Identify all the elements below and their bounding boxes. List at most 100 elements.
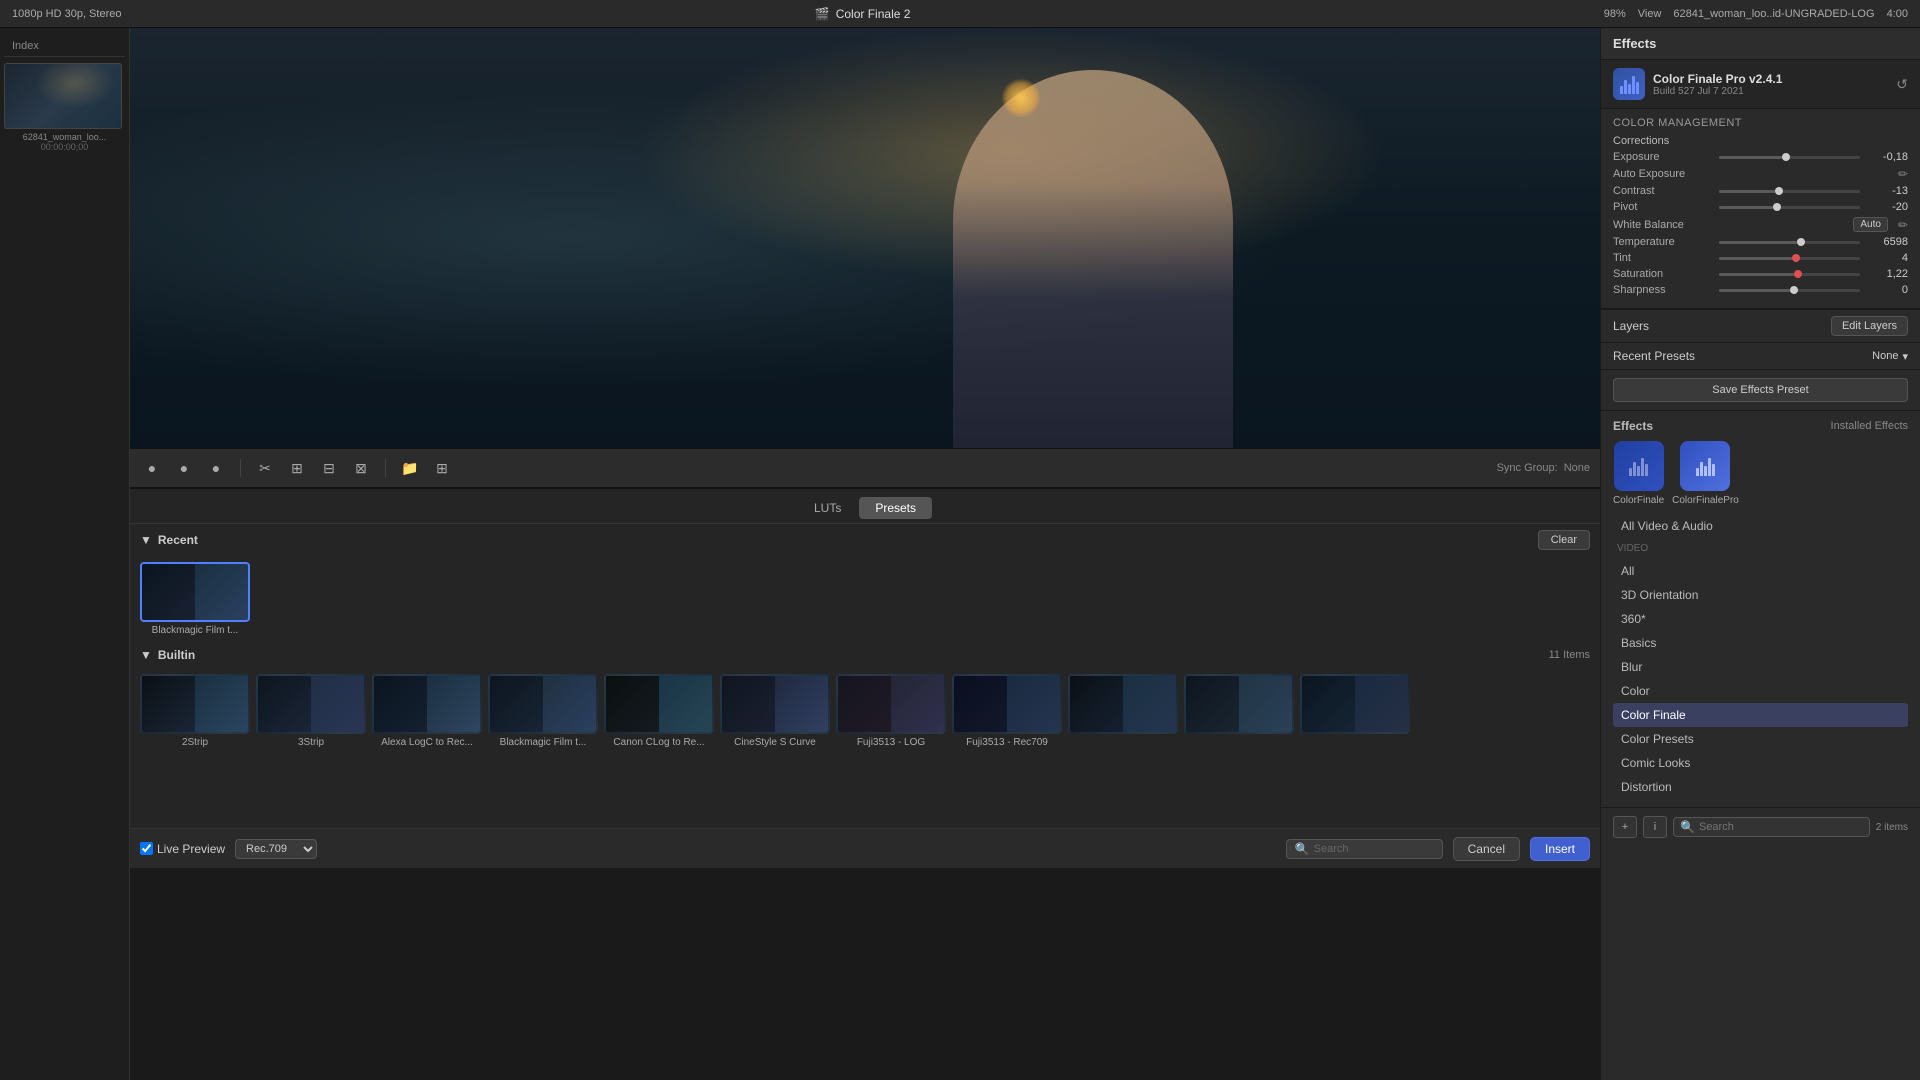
param-contrast-thumb[interactable] <box>1775 187 1783 195</box>
preset-thumbnail-alexa <box>372 674 482 734</box>
param-saturation-track[interactable] <box>1719 273 1860 276</box>
param-saturation-value: 1,22 <box>1866 268 1908 280</box>
param-contrast-track[interactable] <box>1719 190 1860 193</box>
preset-thumbnail-extra3 <box>1300 674 1410 734</box>
effects-item-all-video[interactable]: All Video & Audio <box>1613 514 1908 538</box>
param-pivot-fill <box>1719 206 1773 209</box>
preset-item-fuji-rec[interactable]: Fuji3513 - Rec709 <box>952 674 1062 748</box>
recent-section-header[interactable]: ▼ Recent Clear <box>140 524 1590 556</box>
param-pivot: Pivot -20 <box>1613 201 1908 213</box>
maximize-btn[interactable]: ● <box>204 456 228 480</box>
resolution-label: 1080p HD 30p, Stereo <box>12 8 121 20</box>
param-sharpness-track[interactable] <box>1719 289 1860 292</box>
effects-item-blur[interactable]: Blur <box>1613 655 1908 679</box>
preset-item-recent-0[interactable]: Blackmagic Film t... <box>140 562 250 636</box>
param-wb-auto[interactable]: Auto <box>1853 217 1888 232</box>
param-saturation-thumb[interactable] <box>1794 270 1802 278</box>
folder-btn[interactable]: 📁 <box>398 456 422 480</box>
preset-thumbnail-2strip <box>140 674 250 734</box>
plugin-color-finale-pro[interactable]: ColorFinalePro <box>1672 441 1739 506</box>
insert-button[interactable]: Insert <box>1530 837 1590 861</box>
thumb-r <box>891 676 944 732</box>
search-effects-input[interactable] <box>1699 821 1863 833</box>
effects-add-btn[interactable]: + <box>1613 816 1637 838</box>
effects-item-3d[interactable]: 3D Orientation <box>1613 583 1908 607</box>
effects-item-color-finale[interactable]: Color Finale <box>1613 703 1908 727</box>
live-preview-checkbox[interactable] <box>140 842 153 855</box>
param-exposure-thumb[interactable] <box>1782 153 1790 161</box>
position-tool-btn[interactable]: ⊠ <box>349 456 373 480</box>
effects-plugins: ColorFinale ColorFinalePro <box>1613 441 1908 506</box>
effects-item-video-group[interactable]: VIDEO <box>1613 538 1908 559</box>
bar <box>1696 468 1699 476</box>
effects-info-btn[interactable]: i <box>1643 816 1667 838</box>
none-value: None <box>1872 350 1898 362</box>
preset-item-2strip[interactable]: 2Strip <box>140 674 250 748</box>
select-tool-btn[interactable]: ⊟ <box>317 456 341 480</box>
effects-item-all[interactable]: All <box>1613 559 1908 583</box>
wb-edit-icon[interactable]: ✏ <box>1898 218 1908 232</box>
param-contrast: Contrast -13 <box>1613 185 1908 197</box>
trim-tool-btn[interactable]: ✂ <box>253 456 277 480</box>
param-pivot-value: -20 <box>1866 201 1908 213</box>
param-temperature-track[interactable] <box>1719 241 1860 244</box>
preset-item-extra2[interactable] <box>1184 674 1294 748</box>
view-btn[interactable]: View <box>1638 8 1662 20</box>
search-icon: 🔍 <box>1295 842 1310 856</box>
blade-tool-btn[interactable]: ⊞ <box>285 456 309 480</box>
effects-item-basics[interactable]: Basics <box>1613 631 1908 655</box>
param-temperature: Temperature 6598 <box>1613 236 1908 248</box>
close-btn[interactable]: ● <box>140 456 164 480</box>
preset-item-alexa[interactable]: Alexa LogC to Rec... <box>372 674 482 748</box>
effects-item-distortion[interactable]: Distortion <box>1613 775 1908 799</box>
live-preview-label[interactable]: Live Preview <box>140 842 225 856</box>
preset-item-cinestyle[interactable]: CineStyle S Curve <box>720 674 830 748</box>
tab-luts[interactable]: LUTs <box>798 497 857 519</box>
builtin-section-header[interactable]: ▼ Builtin 11 Items <box>140 642 1590 668</box>
save-effects-preset-button[interactable]: Save Effects Preset <box>1613 378 1908 402</box>
param-sharpness-fill <box>1719 289 1790 292</box>
chart-bars-cfp <box>1696 456 1715 476</box>
edit-layers-button[interactable]: Edit Layers <box>1831 316 1908 336</box>
effects-item-color[interactable]: Color <box>1613 679 1908 703</box>
minimize-btn[interactable]: ● <box>172 456 196 480</box>
preset-name-fuji-rec: Fuji3513 - Rec709 <box>952 737 1062 748</box>
effects-count: 2 items <box>1876 822 1908 833</box>
param-exposure-track[interactable] <box>1719 156 1860 159</box>
param-tint: Tint 4 <box>1613 252 1908 264</box>
search-input[interactable] <box>1314 843 1434 855</box>
preset-item-extra1[interactable] <box>1068 674 1178 748</box>
preset-thumbnail-3strip <box>256 674 366 734</box>
effects-item-comic-looks[interactable]: Comic Looks <box>1613 751 1908 775</box>
rec-select[interactable]: Rec.709Rec.2020P3-D65 <box>235 839 317 859</box>
param-sharpness: Sharpness 0 <box>1613 284 1908 296</box>
plugin-reset-icon[interactable]: ↺ <box>1896 76 1908 93</box>
preset-item-fuji-log[interactable]: Fuji3513 - LOG <box>836 674 946 748</box>
preset-thumbnail-0 <box>140 562 250 622</box>
cancel-button[interactable]: Cancel <box>1453 837 1520 861</box>
clear-button[interactable]: Clear <box>1538 530 1590 550</box>
preset-name-cinestyle: CineStyle S Curve <box>720 737 830 748</box>
param-tint-thumb[interactable] <box>1792 254 1800 262</box>
param-tint-track[interactable] <box>1719 257 1860 260</box>
param-pivot-thumb[interactable] <box>1773 203 1781 211</box>
plugin-info: Color Finale Pro v2.4.1 Build 527 Jul 7 … <box>1653 72 1888 97</box>
none-dropdown[interactable]: None ▾ <box>1872 350 1908 363</box>
param-temperature-value: 6598 <box>1866 236 1908 248</box>
param-sharpness-thumb[interactable] <box>1790 286 1798 294</box>
preset-item-bm[interactable]: Blackmagic Film t... <box>488 674 598 748</box>
grid-btn[interactable]: ⊞ <box>430 456 454 480</box>
param-pivot-track[interactable] <box>1719 206 1860 209</box>
thumb-l <box>490 676 543 732</box>
toolbar: ● ● ● ✂ ⊞ ⊟ ⊠ 📁 ⊞ Sync Group: None <box>130 448 1600 488</box>
auto-exposure-edit-icon[interactable]: ✏ <box>1898 167 1908 181</box>
param-temperature-thumb[interactable] <box>1797 238 1805 246</box>
preset-item-3strip[interactable]: 3Strip <box>256 674 366 748</box>
effects-item-360[interactable]: 360* <box>1613 607 1908 631</box>
preset-item-canon[interactable]: Canon CLog to Re... <box>604 674 714 748</box>
tab-presets[interactable]: Presets <box>859 497 932 519</box>
plugin-color-finale[interactable]: ColorFinale <box>1613 441 1664 506</box>
effects-item-color-presets[interactable]: Color Presets <box>1613 727 1908 751</box>
clip-thumbnail[interactable] <box>4 63 122 129</box>
preset-item-extra3[interactable] <box>1300 674 1410 748</box>
